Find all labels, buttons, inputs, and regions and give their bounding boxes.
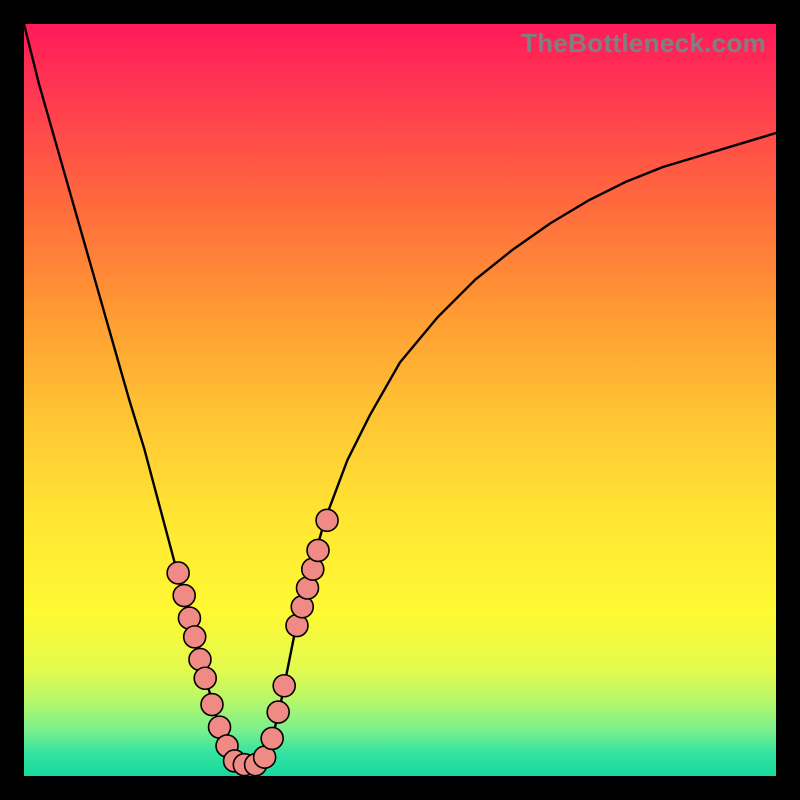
plot-area: TheBottleneck.com xyxy=(24,24,776,776)
marker-point xyxy=(194,667,216,689)
marker-point xyxy=(201,694,223,716)
marker-point xyxy=(184,626,206,648)
marker-point xyxy=(273,675,295,697)
marker-point xyxy=(267,701,289,723)
chart-stage: TheBottleneck.com xyxy=(0,0,800,800)
marker-point xyxy=(173,585,195,607)
curve-right-branch xyxy=(261,133,776,765)
marker-point xyxy=(261,727,283,749)
chart-svg xyxy=(24,24,776,776)
marker-point xyxy=(307,539,329,561)
marker-point xyxy=(316,509,338,531)
marker-point xyxy=(167,562,189,584)
